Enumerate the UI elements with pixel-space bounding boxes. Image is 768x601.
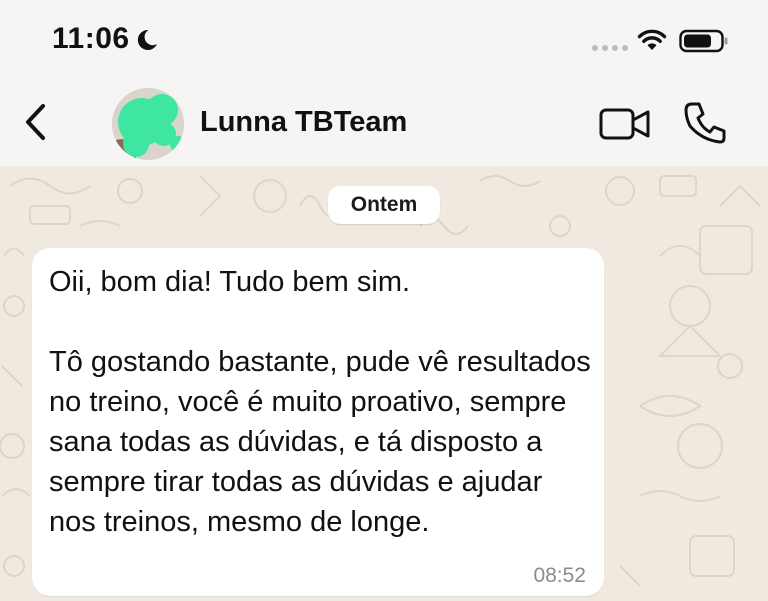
contact-name[interactable]: Lunna TBTeam (200, 106, 407, 139)
chevron-left-icon[interactable] (18, 100, 54, 144)
date-separator: Ontem (328, 186, 440, 224)
status-bar: 11:06 (0, 0, 768, 80)
battery-icon (679, 29, 728, 53)
message-time: 08:52 (533, 564, 586, 587)
status-time: 11:06 (52, 22, 130, 55)
video-camera-icon[interactable] (598, 104, 652, 144)
message-text: Oii, bom dia! Tudo bem sim. Tô gostando … (49, 266, 591, 538)
avatar[interactable] (112, 88, 184, 160)
signal-icon (592, 45, 628, 51)
chat-header: Lunna TBTeam (0, 80, 768, 167)
phone-icon[interactable] (682, 100, 728, 146)
chat-area[interactable]: Ontem Oii, bom dia! Tudo bem sim. Tô gos… (0, 166, 768, 601)
chat-screen: 11:06 Lunna TBTeam Ontem Oii, bom dia! T… (0, 0, 768, 601)
moon-icon (137, 29, 157, 50)
wifi-icon (637, 29, 667, 50)
message-bubble[interactable]: Oii, bom dia! Tudo bem sim. Tô gostando … (32, 248, 604, 596)
